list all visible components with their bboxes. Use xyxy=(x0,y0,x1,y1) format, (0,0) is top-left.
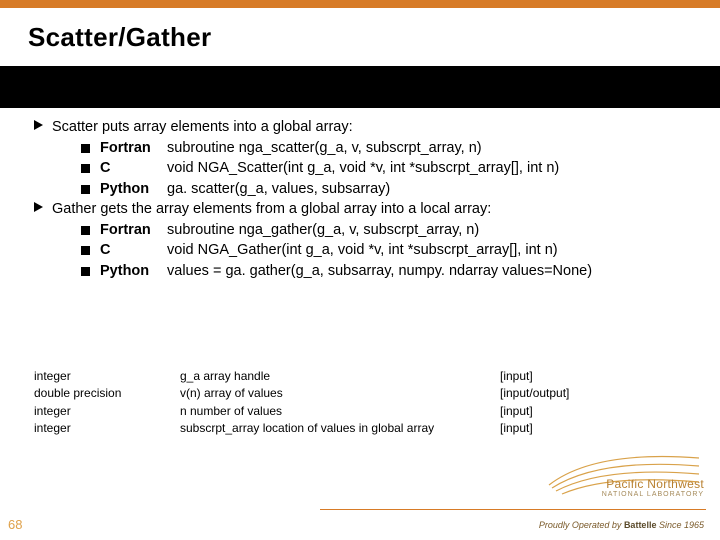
lang-label: Python xyxy=(100,180,167,200)
lang-label: C xyxy=(100,159,167,179)
param-type: integer xyxy=(34,420,180,437)
square-icon xyxy=(81,246,90,255)
param-row: integer subscrpt_array location of value… xyxy=(34,420,700,437)
page-number: 68 xyxy=(8,517,22,532)
param-desc: g_a array handle xyxy=(180,368,500,385)
accent-bar xyxy=(0,0,720,8)
square-icon xyxy=(81,144,90,153)
param-row: double precision v(n) array of values [i… xyxy=(34,385,700,402)
bullet-2-sub-2: Python values = ga. gather(g_a, subsarra… xyxy=(34,262,700,282)
bullet-2-sub-1: C void NGA_Gather(int g_a, void *v, int … xyxy=(34,241,700,261)
bullet-1: Scatter puts array elements into a globa… xyxy=(34,118,700,138)
param-dir: [input] xyxy=(500,420,620,437)
code-text: values = ga. gather(g_a, subsarray, nump… xyxy=(167,262,592,282)
square-icon xyxy=(81,226,90,235)
param-desc: subscrpt_array location of values in glo… xyxy=(180,420,500,437)
triangle-icon xyxy=(34,120,43,130)
param-dir: [input/output] xyxy=(500,385,620,402)
logo-line1: Pacific Northwest xyxy=(602,477,704,491)
bullet-1-sub-2: Python ga. scatter(g_a, values, subsarra… xyxy=(34,180,700,200)
bullet-1-sub-1: C void NGA_Scatter(int g_a, void *v, int… xyxy=(34,159,700,179)
logo-line2: NATIONAL LABORATORY xyxy=(602,491,704,498)
param-type: integer xyxy=(34,403,180,420)
param-type: integer xyxy=(34,368,180,385)
footer-divider xyxy=(320,509,706,510)
pnnl-logo-text: Pacific Northwest NATIONAL LABORATORY xyxy=(602,477,704,498)
footer-credit: Proudly Operated by Battelle Since 1965 xyxy=(539,520,704,530)
bullet-2: Gather gets the array elements from a gl… xyxy=(34,200,700,220)
lang-label: Python xyxy=(100,262,167,282)
param-row: integer n number of values [input] xyxy=(34,403,700,420)
param-row: integer g_a array handle [input] xyxy=(34,368,700,385)
title-underbar xyxy=(0,66,720,108)
footer-brand: Battelle xyxy=(624,520,657,530)
lang-label: Fortran xyxy=(100,139,167,159)
param-dir: [input] xyxy=(500,403,620,420)
param-dir: [input] xyxy=(500,368,620,385)
code-text: void NGA_Scatter(int g_a, void *v, int *… xyxy=(167,159,559,179)
bullet-1-text: Scatter puts array elements into a globa… xyxy=(52,119,353,135)
param-table: integer g_a array handle [input] double … xyxy=(34,368,700,438)
bullet-1-sub-0: Fortran subroutine nga_scatter(g_a, v, s… xyxy=(34,139,700,159)
triangle-icon xyxy=(34,202,43,212)
footer-prefix: Proudly Operated by xyxy=(539,520,624,530)
param-desc: v(n) array of values xyxy=(180,385,500,402)
square-icon xyxy=(81,267,90,276)
square-icon xyxy=(81,185,90,194)
param-type: double precision xyxy=(34,385,180,402)
lang-label: C xyxy=(100,241,167,261)
lang-label: Fortran xyxy=(100,221,167,241)
code-text: subroutine nga_scatter(g_a, v, subscrpt_… xyxy=(167,139,482,159)
bullet-2-text: Gather gets the array elements from a gl… xyxy=(52,201,491,217)
footer-suffix: Since 1965 xyxy=(656,520,704,530)
slide-body: Scatter puts array elements into a globa… xyxy=(34,118,700,283)
slide: Scatter/Gather Scatter puts array elemen… xyxy=(0,0,720,540)
code-text: ga. scatter(g_a, values, subsarray) xyxy=(167,180,390,200)
code-text: void NGA_Gather(int g_a, void *v, int *s… xyxy=(167,241,558,261)
param-desc: n number of values xyxy=(180,403,500,420)
slide-title: Scatter/Gather xyxy=(28,22,211,53)
square-icon xyxy=(81,164,90,173)
bullet-2-sub-0: Fortran subroutine nga_gather(g_a, v, su… xyxy=(34,221,700,241)
code-text: subroutine nga_gather(g_a, v, subscrpt_a… xyxy=(167,221,479,241)
